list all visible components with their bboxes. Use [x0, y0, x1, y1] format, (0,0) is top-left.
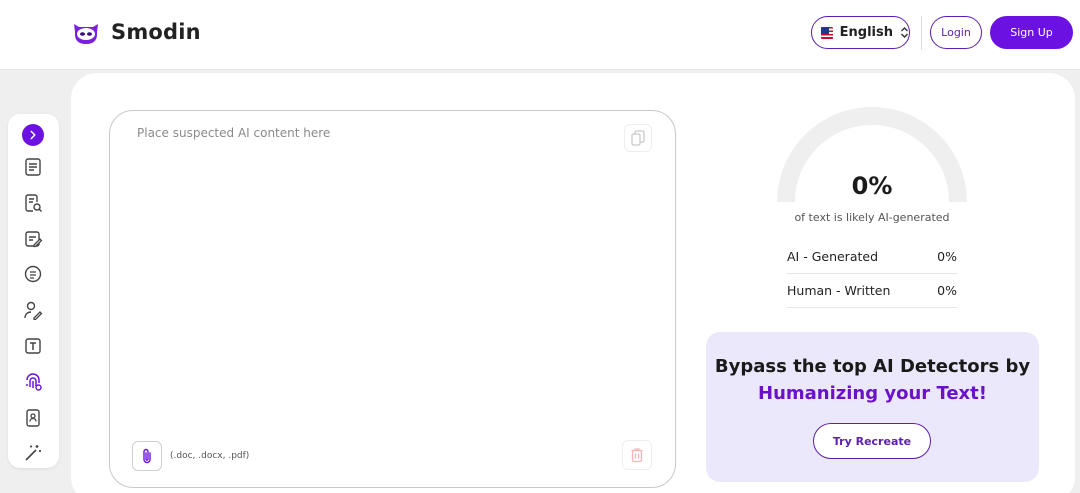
- brand-name: Smodin: [111, 20, 201, 44]
- ai-percent-value: 0%: [851, 172, 893, 200]
- copy-icon: [631, 130, 645, 146]
- stat-row-human-written: Human - Written 0%: [787, 274, 957, 308]
- updown-chevron-icon: [900, 26, 909, 39]
- chevron-right-icon: [30, 130, 36, 140]
- robot-logo-icon: [74, 24, 98, 44]
- document-lines-icon: [24, 157, 41, 176]
- stat-value: 0%: [937, 283, 957, 298]
- stat-row-ai-generated: AI - Generated 0%: [787, 240, 957, 274]
- sidebar-item-summary[interactable]: [21, 262, 44, 285]
- header-divider: [921, 16, 922, 50]
- trash-icon: [631, 448, 643, 463]
- language-selector[interactable]: English: [811, 16, 910, 49]
- fingerprint-icon: [25, 372, 42, 391]
- file-types-hint: (.doc, .docx, .pdf): [170, 451, 250, 461]
- paperclip-icon: [143, 448, 151, 464]
- sidebar-item-edit[interactable]: [21, 227, 44, 250]
- document-search-icon: [24, 193, 42, 212]
- text-input-area[interactable]: Place suspected AI content here (.doc, .…: [109, 110, 676, 488]
- top-header: Smodin English Login Sign Up: [0, 0, 1080, 70]
- sidebar-item-magic[interactable]: [21, 441, 44, 464]
- us-flag-icon: [821, 26, 833, 39]
- document-user-icon: [25, 408, 40, 427]
- language-label: English: [839, 25, 893, 40]
- stat-label: AI - Generated: [787, 249, 879, 264]
- humanize-promo-card: Bypass the top AI Detectors by Humanizin…: [706, 332, 1039, 482]
- sidebar-item-document-check[interactable]: [21, 191, 44, 214]
- editor-placeholder: Place suspected AI content here: [137, 126, 331, 140]
- user-pen-icon: [23, 301, 42, 320]
- sidebar-item-ai-detector[interactable]: [21, 370, 44, 393]
- sidebar-item-profile-doc[interactable]: [21, 406, 44, 429]
- text-box-icon: [24, 337, 41, 354]
- brand-logo[interactable]: Smodin: [70, 18, 201, 46]
- sidebar-item-author[interactable]: [21, 298, 44, 321]
- signup-button[interactable]: Sign Up: [990, 16, 1073, 49]
- summary-icon: [24, 265, 41, 282]
- sidebar-expand-button[interactable]: [22, 124, 44, 146]
- try-recreate-button[interactable]: Try Recreate: [813, 423, 931, 459]
- clear-button[interactable]: [622, 440, 652, 470]
- magic-wand-icon: [24, 444, 41, 461]
- tools-sidebar: [8, 114, 59, 468]
- sidebar-item-text[interactable]: [21, 334, 44, 357]
- login-button[interactable]: Login: [930, 16, 982, 49]
- copy-button[interactable]: [624, 124, 652, 152]
- stat-label: Human - Written: [787, 283, 891, 298]
- sidebar-item-document[interactable]: [21, 155, 44, 178]
- promo-subheading: Humanizing your Text!: [758, 383, 987, 404]
- attach-file-button[interactable]: [132, 441, 162, 471]
- promo-heading: Bypass the top AI Detectors by: [714, 356, 1031, 377]
- ai-percent-caption: of text is likely AI-generated: [794, 211, 950, 224]
- document-edit-icon: [24, 230, 42, 247]
- stat-value: 0%: [937, 249, 957, 264]
